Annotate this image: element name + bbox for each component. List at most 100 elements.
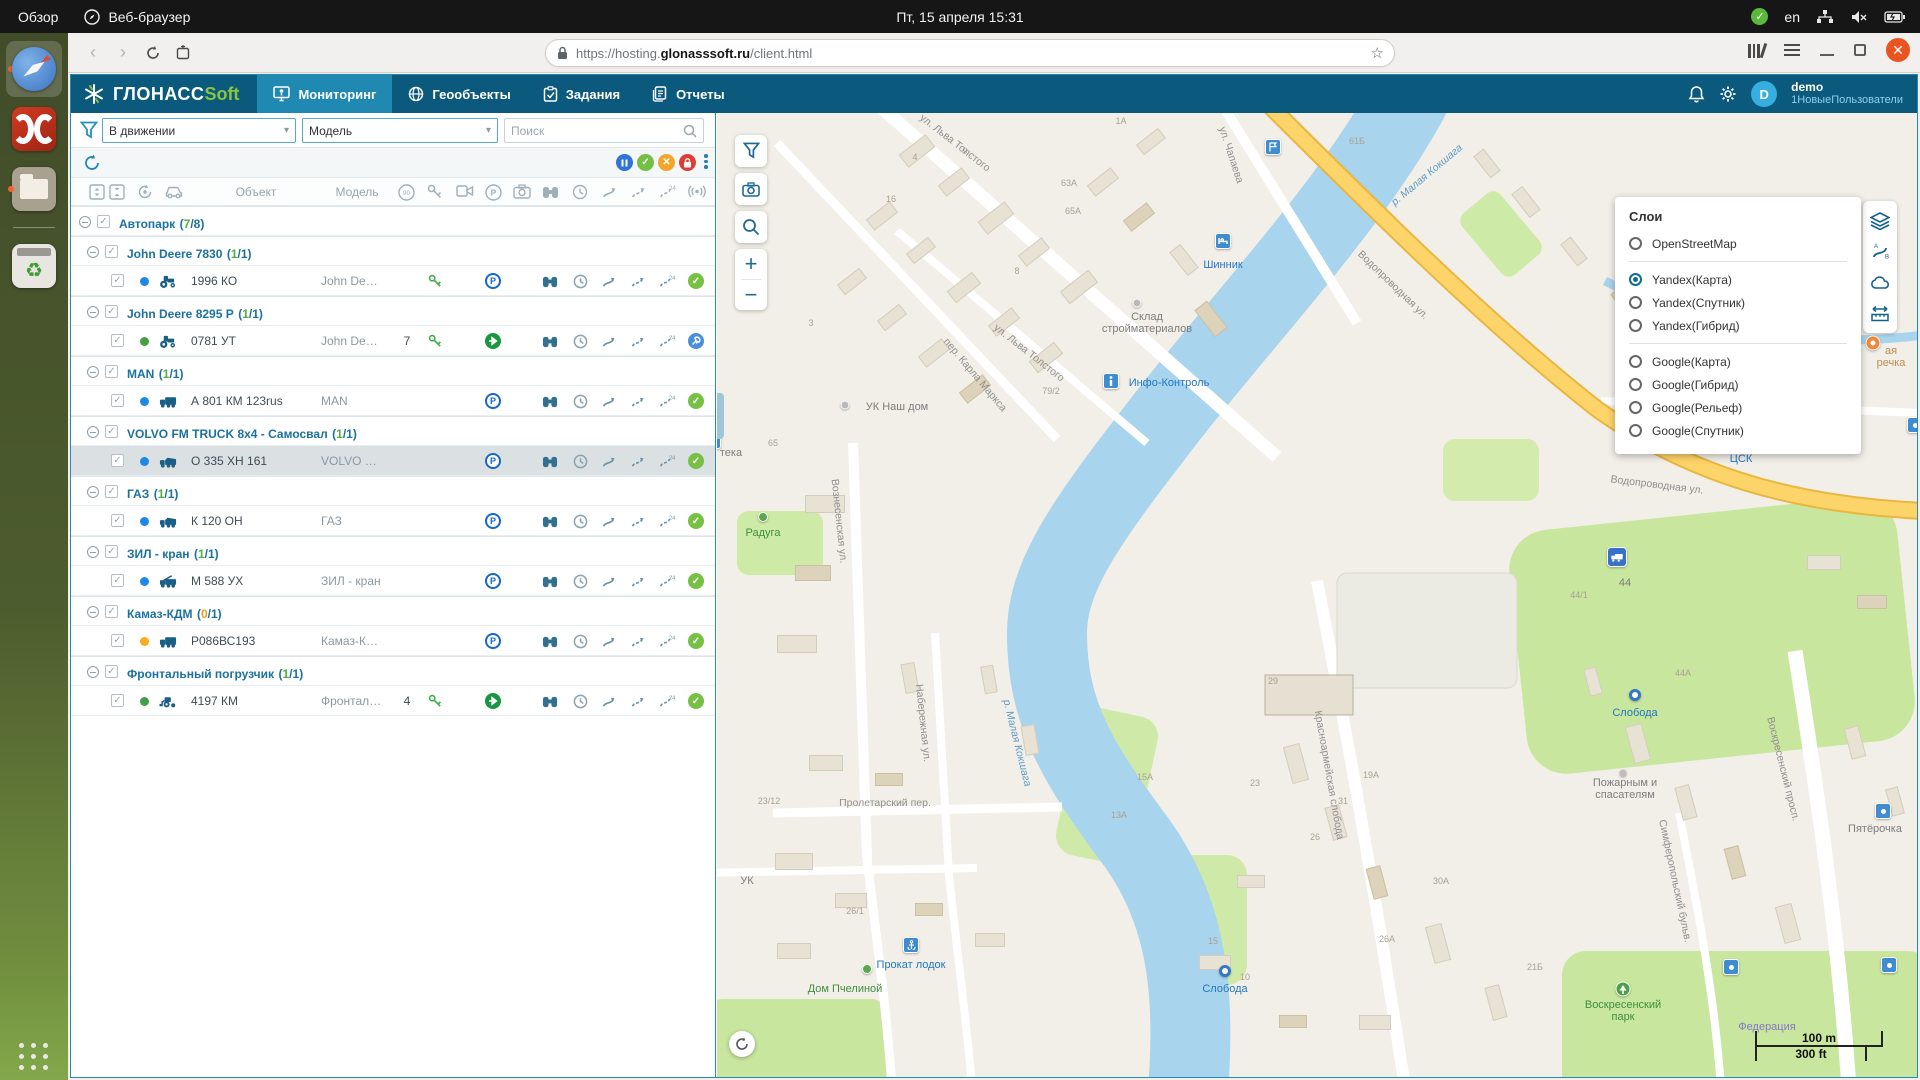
dock-trash-item[interactable]: ♻ <box>6 238 62 294</box>
weather-button[interactable] <box>1863 267 1897 298</box>
motion-status-icon[interactable]: P <box>485 273 501 289</box>
collapse-toggle[interactable] <box>87 666 99 678</box>
flag-marker[interactable] <box>1265 139 1281 155</box>
track-button[interactable] <box>600 693 618 710</box>
history-button[interactable] <box>571 393 589 410</box>
vehicle-checkbox[interactable]: ✓ <box>111 334 124 347</box>
hotel-poi-marker[interactable] <box>1215 233 1231 249</box>
green-poi-dot[interactable] <box>758 512 768 522</box>
track-dashed-button[interactable] <box>629 333 647 350</box>
binoculars-button[interactable] <box>541 333 559 350</box>
keyboard-layout-indicator[interactable]: en <box>1784 9 1800 25</box>
binoculars-button[interactable] <box>541 273 559 290</box>
poi-marker[interactable] <box>1875 803 1891 819</box>
track-24h-button[interactable]: 24 <box>658 333 676 350</box>
dock-browser-item[interactable] <box>6 41 62 97</box>
track-dashed-button[interactable] <box>629 513 647 530</box>
group-checkbox[interactable]: ✓ <box>105 425 118 438</box>
collapse-toggle[interactable] <box>87 366 99 378</box>
tree-group-row[interactable]: ✓ Фронтальный погрузчик (1/1) <box>71 656 715 686</box>
restore-button[interactable] <box>1854 44 1866 56</box>
binoculars-button[interactable] <box>541 453 559 470</box>
track-dashed-button[interactable] <box>629 573 647 590</box>
collapse-toggle[interactable] <box>87 606 99 618</box>
collapse-toggle[interactable] <box>87 306 99 318</box>
track-24h-button[interactable]: 24 <box>658 573 676 590</box>
collapse-toggle[interactable] <box>87 486 99 498</box>
layer-option[interactable]: OpenStreetMap <box>1629 232 1847 255</box>
layer-option[interactable]: Google(Карта) <box>1629 350 1847 373</box>
collapse-toggle[interactable] <box>79 216 91 228</box>
vehicle-checkbox[interactable]: ✓ <box>111 634 124 647</box>
layers-button[interactable] <box>1863 205 1897 236</box>
collapse-all-icon[interactable] <box>89 184 105 200</box>
close-button[interactable]: ✕ <box>1886 38 1910 62</box>
map-reset-button[interactable] <box>729 1031 755 1057</box>
layer-option[interactable]: Google(Рельеф) <box>1629 396 1847 419</box>
track-dashed-button[interactable] <box>629 273 647 290</box>
battery-icon[interactable] <box>1884 10 1906 24</box>
track-24h-button[interactable]: 24 <box>658 453 676 470</box>
binoculars-button[interactable] <box>541 393 559 410</box>
track-button[interactable] <box>600 513 618 530</box>
track-button[interactable] <box>600 453 618 470</box>
vehicle-checkbox[interactable]: ✓ <box>111 454 124 467</box>
history-button[interactable] <box>571 633 589 650</box>
menu-button[interactable] <box>1784 44 1800 56</box>
vehicle-row[interactable]: ✓ А 801 КМ 123rus MAN P 24 ✓ <box>71 386 715 416</box>
track-24h-button[interactable]: 24 <box>658 513 676 530</box>
zoom-in-button[interactable]: + <box>735 249 767 279</box>
track-24h-button[interactable]: 24 <box>658 633 676 650</box>
activities-button[interactable]: Обзор <box>18 9 58 25</box>
group-checkbox[interactable]: ✓ <box>105 545 118 558</box>
expand-all-icon[interactable] <box>109 184 125 200</box>
tree-group-row[interactable]: ✓ John Deere 8295 Р (1/1) <box>71 296 715 326</box>
refresh-icon[interactable] <box>83 154 101 172</box>
track-button[interactable] <box>600 573 618 590</box>
group-checkbox[interactable]: ✓ <box>105 305 118 318</box>
group-checkbox[interactable]: ✓ <box>105 665 118 678</box>
group-checkbox[interactable]: ✓ <box>97 215 110 228</box>
zoom-out-button[interactable]: − <box>735 280 767 310</box>
binoculars-button[interactable] <box>541 513 559 530</box>
layer-option[interactable]: Yandex(Карта) <box>1629 268 1847 291</box>
vehicle-checkbox[interactable]: ✓ <box>111 274 124 287</box>
group-checkbox[interactable]: ✓ <box>105 365 118 378</box>
avatar[interactable]: D <box>1751 81 1778 107</box>
new-tab-button[interactable] <box>168 38 198 68</box>
vehicle-row[interactable]: ✓ О 335 ХН 161 VOLVO … P 24 ✓ <box>71 446 715 476</box>
track-24h-button[interactable]: 24 <box>658 273 676 290</box>
gray-poi-dot[interactable] <box>840 400 850 410</box>
motion-status-icon[interactable]: P <box>485 393 501 409</box>
user-info[interactable]: demo 1НовыеПользователи <box>1791 81 1903 107</box>
vehicle-row[interactable]: ✓ 0781 УТ John De… 7 P 24 ✓ <box>71 326 715 356</box>
vehicle-checkbox[interactable]: ✓ <box>111 394 124 407</box>
tree-group-row[interactable]: ✓ Камаз-КДМ (0/1) <box>71 596 715 626</box>
dock-double-commander-item[interactable] <box>6 101 62 157</box>
track-24h-button[interactable]: 24 <box>658 693 676 710</box>
layer-option[interactable]: Yandex(Гибрид) <box>1629 314 1847 337</box>
track-dashed-button[interactable] <box>629 693 647 710</box>
tree-group-row[interactable]: ✓ VOLVO FM TRUCK 8x4 - Самосвал (1/1) <box>71 416 715 446</box>
pause-updates-button[interactable] <box>616 154 633 171</box>
collapse-toggle[interactable] <box>87 546 99 558</box>
status-filter-select[interactable]: В движении ▾ <box>102 118 296 143</box>
clock[interactable]: Пт, 15 апреля 15:31 <box>896 9 1023 25</box>
alarm-lock-button[interactable] <box>679 154 696 171</box>
layer-option[interactable]: Yandex(Спутник) <box>1629 291 1847 314</box>
vehicle-map-marker[interactable] <box>1607 547 1627 567</box>
tab-tasks[interactable]: Задания <box>527 75 636 113</box>
app-menu-button[interactable]: Веб-браузер <box>84 9 190 25</box>
tree-group-row[interactable]: ✓ MAN (1/1) <box>71 356 715 386</box>
panel-resize-handle[interactable] <box>717 393 724 439</box>
small-gray-poi-dot[interactable] <box>1619 769 1627 777</box>
notifications-bell-icon[interactable] <box>1688 85 1705 103</box>
dock-files-item[interactable] <box>6 161 62 217</box>
group-checkbox[interactable]: ✓ <box>105 245 118 258</box>
track-button[interactable] <box>600 273 618 290</box>
vehicle-checkbox[interactable]: ✓ <box>111 574 124 587</box>
network-icon[interactable] <box>1816 9 1834 25</box>
motion-status-icon[interactable]: P <box>485 693 501 709</box>
forward-button[interactable]: › <box>108 38 138 68</box>
poi-marker[interactable] <box>1881 957 1897 973</box>
